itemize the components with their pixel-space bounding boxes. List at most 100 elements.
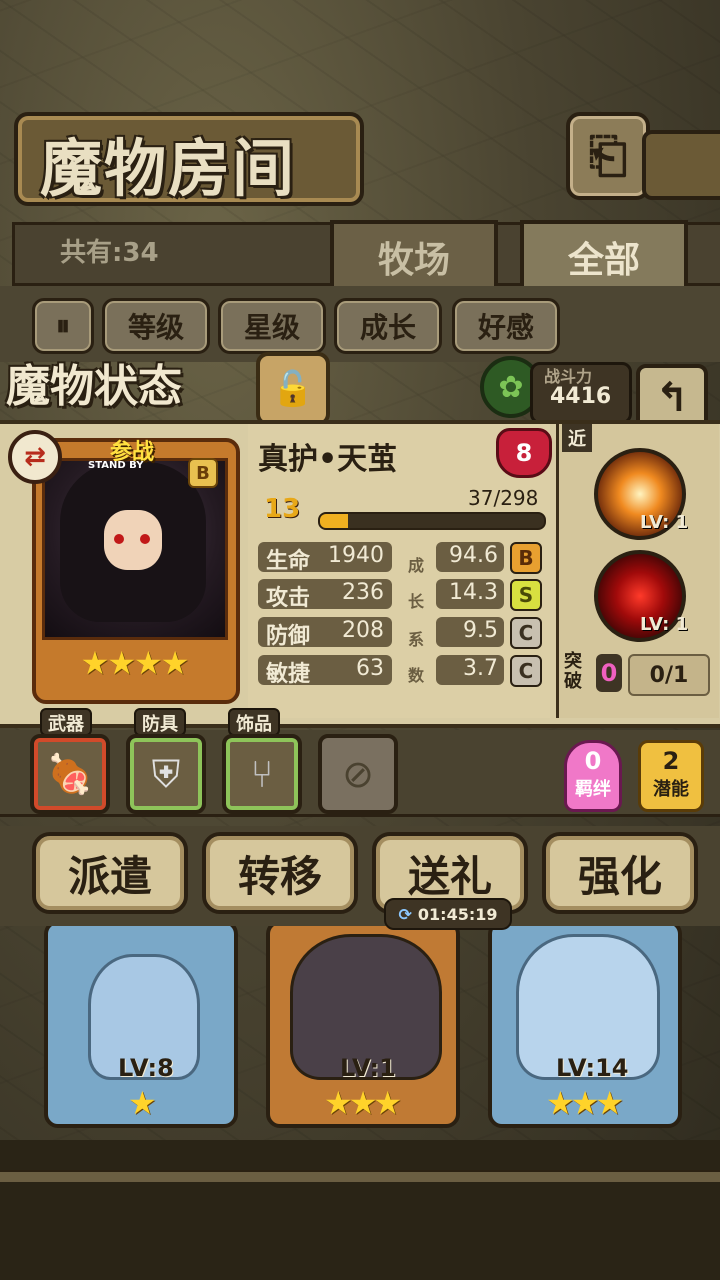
grade-badge: B [510,542,542,574]
portrait-eye-right [140,534,150,544]
growth-mark: 长 [408,592,425,611]
level-badge: 13 [264,494,301,524]
armor-slot[interactable]: ⛨ [126,734,206,814]
tab-all[interactable]: 全部 [520,220,688,294]
filter-level[interactable]: 等级 [102,298,210,354]
fork-accessory-icon: ⑂ [250,752,274,796]
meat-weapon-icon: 🍖 [46,751,94,796]
empty-slot-icon: ⊘ [342,752,374,796]
grade-badge: S [510,579,542,611]
card-level: LV:8 [118,1054,174,1082]
equip-label-armor: 防具 [134,708,186,736]
growth-mark: 成 [408,556,425,575]
rank-badge: B [188,458,218,488]
filter-affection-label: 好感 [477,311,534,344]
enhance-button[interactable]: 强化 [542,832,698,914]
stat-value: 236 [342,580,384,605]
card-stars: ★★★ [324,1084,402,1122]
filter-growth[interactable]: 成长 [334,298,442,354]
skill-level: LV: 1 [640,614,689,635]
dispatch-label: 派遣 [67,851,152,901]
monster-count: 共有:34 [60,238,159,268]
card-stars: ★★★ [546,1084,624,1122]
filter-star-label: 星级 [243,311,300,344]
stat-label: 生命 [266,549,311,574]
dispatch-button[interactable]: 派遣 [32,832,188,914]
tab-all-label: 全部 [567,239,640,281]
transfer-button[interactable]: 转移 [202,832,358,914]
growth-value: 3.7 [463,656,498,681]
skill-level: LV: 1 [640,512,689,533]
filter-level-label: 等级 [127,311,184,344]
back-arrow-icon: ⎗ [588,127,628,184]
transfer-label: 转移 [237,851,322,901]
stat-row: 敏捷 63 [258,655,392,687]
stat-row: 攻击 236 [258,579,392,611]
growth-row: 3.7 [436,655,504,685]
tab-pasture[interactable]: 牧场 [330,220,498,294]
break-label: 突破 [564,651,582,692]
break-count: 0 [596,654,622,692]
exp-fill [320,514,348,528]
stat-value: 63 [356,656,384,681]
weapon-slot[interactable]: 🍖 [30,734,110,814]
portrait-face [104,510,162,570]
leaf-icon: ✿ [498,369,524,405]
potential-button[interactable]: 2 潜能 [638,740,704,812]
growth-value: 14.3 [449,580,498,605]
shield-armor-icon: ⛨ [151,751,181,796]
monster-stars: ★★★★ [80,644,190,682]
monster-card[interactable]: LV:8 ★ [44,920,238,1128]
growth-row: 9.5 [436,617,504,647]
standby-sub: STAND BY [88,460,144,471]
lock-icon: 🔓 [271,369,315,409]
range-badge: 近 [562,424,592,452]
filter-growth-label: 成长 [359,311,416,344]
status-title: 魔物状态 [6,361,182,412]
lock-button[interactable]: 🔓 [256,352,330,426]
stat-value: 1940 [328,543,384,568]
power-value: 4416 [550,384,612,409]
growth-value: 9.5 [463,618,498,643]
exp-bar [318,512,546,530]
growth-mark: 系 [408,630,425,649]
break-progress: 0/1 [628,654,710,696]
stat-label: 防御 [266,624,311,649]
stat-label: 敏捷 [266,662,311,687]
timer-value: 01:45:19 [417,904,498,924]
stat-value: 208 [342,618,384,643]
monster-name: 真护•天茧 [258,442,398,477]
bottom-edge [0,1170,720,1182]
affection-value: 8 [515,439,533,467]
bond-button[interactable]: 0 羁绊 [564,740,622,812]
back-button[interactable]: ⎗ [566,112,650,200]
filter-star[interactable]: 星级 [218,298,326,354]
tab-pasture-label: 牧场 [377,239,450,281]
bottom-area [0,1140,720,1280]
monster-card[interactable]: LV:14 ★★★ [488,920,682,1128]
grade-badge: C [510,617,542,649]
potential-count: 2 [662,747,680,775]
switch-icon[interactable]: ⇄ [8,430,62,484]
potential-label: 潜能 [653,779,689,800]
pause-button[interactable]: ⏸ [32,298,94,354]
accessory-slot[interactable]: ⑂ [222,734,302,814]
stat-label: 攻击 [266,586,311,611]
empty-slot[interactable]: ⊘ [318,734,398,814]
exp-text: 37/298 [468,486,539,510]
pause-icon: ⏸ [55,309,70,342]
card-level: LV:14 [556,1054,629,1082]
enhance-label: 强化 [577,851,662,901]
portrait-eye-left [114,534,124,544]
growth-row: 14.3 [436,579,504,609]
return-arrow-icon: ↰ [655,375,689,421]
card-stars: ★ [128,1084,157,1122]
equip-label-weapon: 武器 [40,708,92,736]
growth-mark: 数 [408,666,425,685]
grade-badge: C [510,655,542,687]
page-title: 魔物房间 [40,132,297,205]
filter-affection[interactable]: 好感 [452,298,560,354]
gift-label: 送礼 [407,851,492,901]
monster-card[interactable]: LV:1 ★★★ [266,920,460,1128]
growth-value: 94.6 [449,543,498,568]
